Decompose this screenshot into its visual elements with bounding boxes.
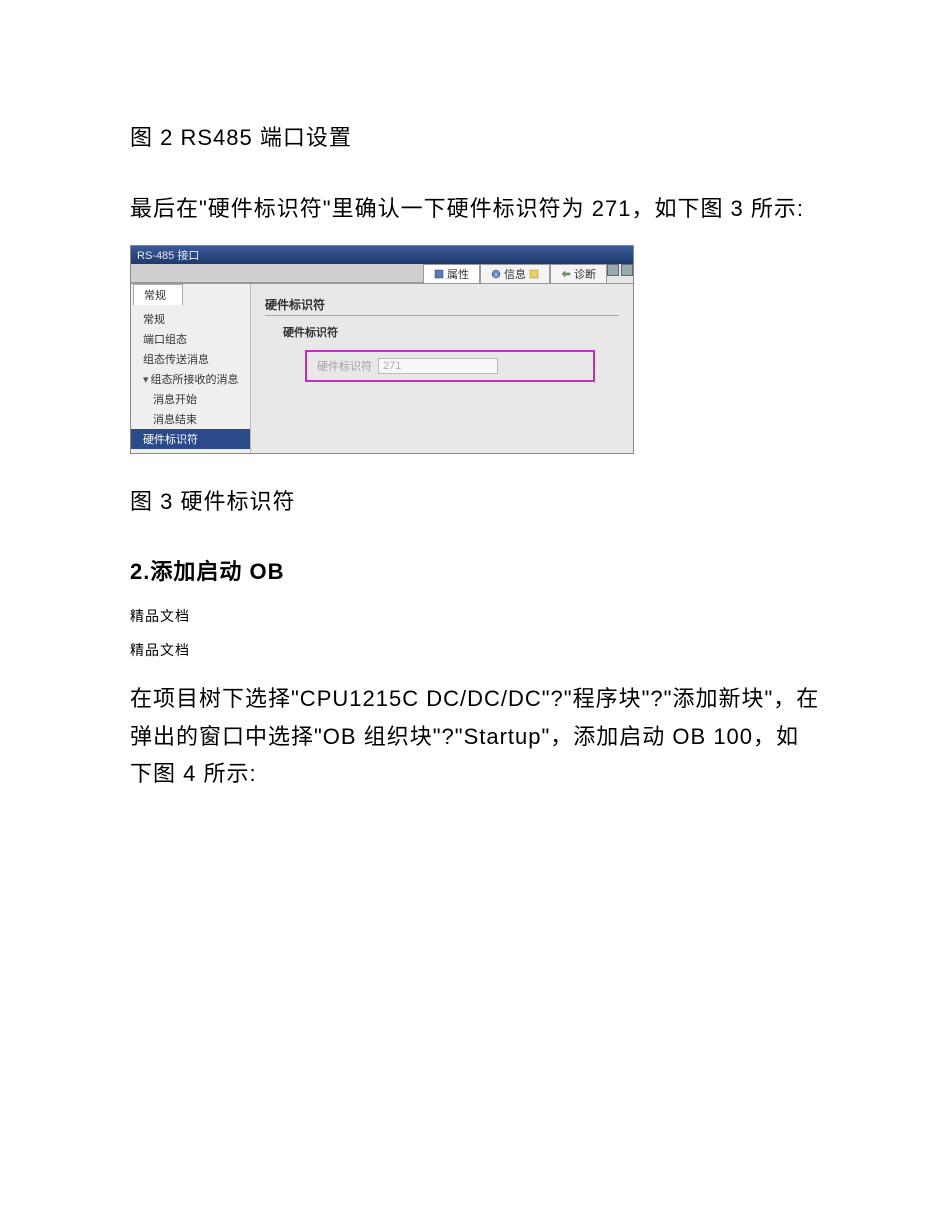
nav-item-recvcfg[interactable]: ▾组态所接收的消息 bbox=[131, 369, 250, 389]
tab-info-label: 信息 bbox=[504, 266, 526, 282]
nav-item-portcfg[interactable]: 端口组态 bbox=[131, 329, 250, 349]
info-icon: i bbox=[491, 269, 501, 279]
tab-properties-label: 属性 bbox=[447, 266, 469, 282]
nav-item-hwid[interactable]: 硬件标识符 bbox=[131, 429, 250, 449]
hwid-field-input[interactable] bbox=[378, 358, 498, 374]
window-controls bbox=[607, 264, 633, 283]
side-nav-list: 常规 端口组态 组态传送消息 ▾组态所接收的消息 消息开始 消息结束 硬件标识符 bbox=[131, 305, 250, 453]
embedded-ui-screenshot: RS-485 接口 属性 i 信息 诊断 bbox=[130, 245, 634, 454]
side-tab-general[interactable]: 常规 bbox=[133, 284, 183, 305]
group-title-hwid: 硬件标识符 bbox=[265, 294, 619, 316]
paragraph-add-ob: 在项目树下选择"CPU1215C DC/DC/DC"?"程序块"?"添加新块"，… bbox=[130, 680, 820, 792]
chevron-down-icon: ▾ bbox=[143, 374, 149, 386]
hwid-field-highlight: 硬件标识符 bbox=[305, 350, 595, 382]
diagnostics-icon bbox=[561, 269, 571, 279]
window-restore-icon[interactable] bbox=[621, 264, 633, 276]
side-nav: 常规 常规 端口组态 组态传送消息 ▾组态所接收的消息 消息开始 消息结束 硬件… bbox=[131, 284, 251, 453]
nav-item-recvcfg-label: 组态所接收的消息 bbox=[151, 374, 239, 386]
paragraph-confirm-hwid: 最后在"硬件标识符"里确认一下硬件标识符为 271，如下图 3 所示: bbox=[130, 190, 820, 227]
nav-item-msgstart[interactable]: 消息开始 bbox=[131, 389, 250, 409]
info-badge-icon bbox=[529, 269, 539, 279]
tab-diagnostics[interactable]: 诊断 bbox=[550, 264, 607, 283]
footer-note-2: 精品文档 bbox=[130, 640, 820, 660]
window-title: RS-485 接口 bbox=[137, 247, 199, 263]
subgroup-title-hwid: 硬件标识符 bbox=[283, 322, 619, 342]
properties-icon bbox=[434, 269, 444, 279]
hwid-field-label: 硬件标识符 bbox=[317, 358, 372, 374]
tab-info[interactable]: i 信息 bbox=[480, 264, 550, 283]
nav-item-general[interactable]: 常规 bbox=[131, 309, 250, 329]
footer-note-1: 精品文档 bbox=[130, 606, 820, 626]
section-2-heading: 2.添加启动 OB bbox=[130, 554, 820, 586]
nav-item-msgend[interactable]: 消息结束 bbox=[131, 409, 250, 429]
main-panel: 硬件标识符 硬件标识符 硬件标识符 bbox=[251, 284, 633, 453]
window-titlebar: RS-485 接口 bbox=[131, 246, 633, 264]
ui-body: 常规 常规 端口组态 组态传送消息 ▾组态所接收的消息 消息开始 消息结束 硬件… bbox=[131, 284, 633, 453]
window-min-icon[interactable] bbox=[607, 264, 619, 276]
figure-2-caption: 图 2 RS485 端口设置 bbox=[130, 120, 820, 152]
tab-properties[interactable]: 属性 bbox=[423, 264, 480, 283]
figure-3-caption: 图 3 硬件标识符 bbox=[130, 484, 820, 516]
tab-diagnostics-label: 诊断 bbox=[574, 266, 596, 282]
nav-item-transfermsg[interactable]: 组态传送消息 bbox=[131, 349, 250, 369]
top-tabstrip: 属性 i 信息 诊断 bbox=[131, 264, 633, 284]
tab-spacer bbox=[131, 264, 423, 283]
